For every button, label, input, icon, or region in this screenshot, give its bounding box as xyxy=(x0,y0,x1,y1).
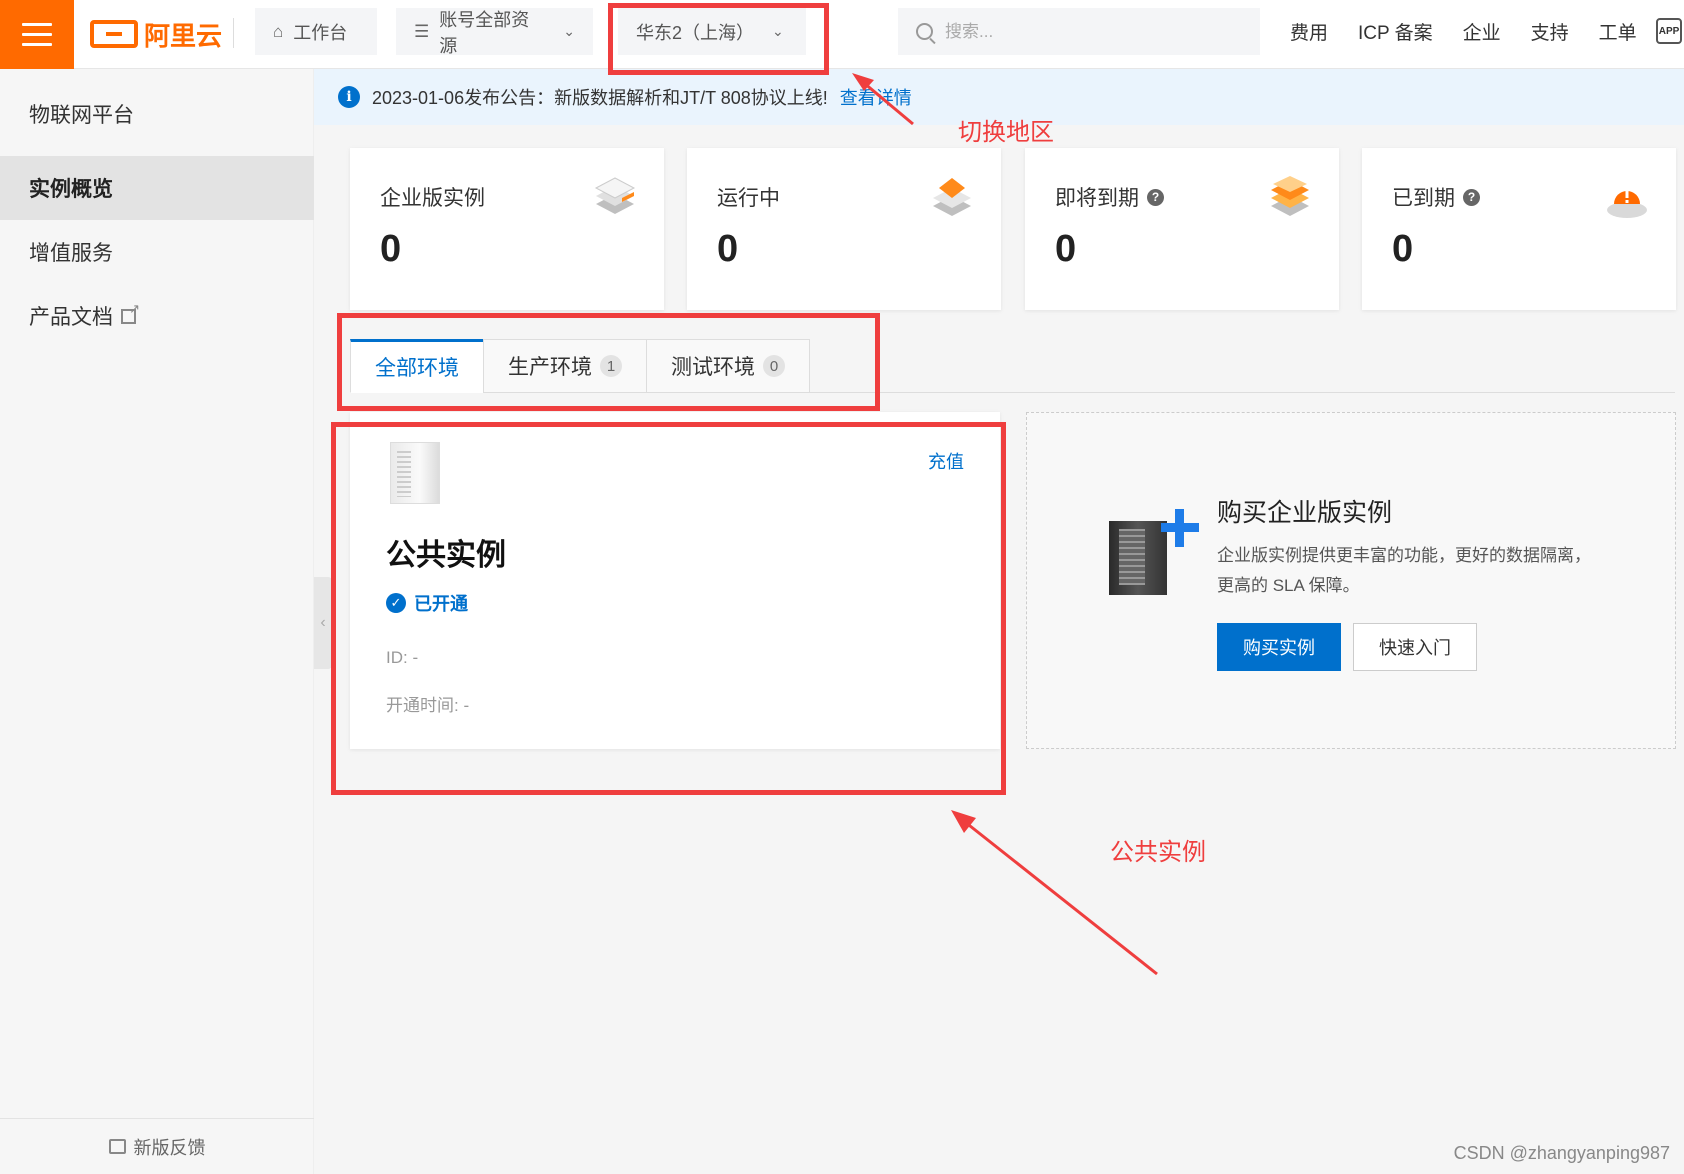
help-icon[interactable]: ? xyxy=(1463,188,1480,206)
expiring-stack-icon xyxy=(1271,176,1309,216)
alert-icon xyxy=(1607,188,1647,218)
stat-value: 0 xyxy=(1392,228,1414,270)
aliyun-logo-icon xyxy=(90,20,138,48)
workbench-label: 工作台 xyxy=(293,22,348,43)
buy-instance-button[interactable]: 购买实例 xyxy=(1217,623,1341,671)
sidebar-collapse-handle[interactable]: ‹ xyxy=(314,577,332,669)
stat-label: 运行中 xyxy=(717,182,780,212)
stat-label: 即将到期 ? xyxy=(1055,182,1164,212)
stat-value: 0 xyxy=(1055,228,1077,270)
stat-label: 企业版实例 xyxy=(380,182,485,212)
divider xyxy=(233,18,234,48)
announcement-details-link[interactable]: 查看详情 xyxy=(840,84,912,110)
menu-line-icon xyxy=(22,23,52,26)
stat-card-expired: 已到期 ? 0 xyxy=(1362,148,1676,310)
stat-label-text: 企业版实例 xyxy=(380,187,485,210)
stat-card-enterprise-instances: 企业版实例 0 xyxy=(350,148,664,310)
sidebar-item-product-docs[interactable]: 产品文档 xyxy=(0,284,314,348)
running-layers-icon xyxy=(933,178,971,216)
buy-card-description: 企业版实例提供更丰富的功能，更好的数据隔离，更高的 SLA 保障。 xyxy=(1217,546,1591,595)
app-icon[interactable]: APP xyxy=(1656,18,1682,44)
external-link-icon xyxy=(121,301,140,324)
aliyun-logo[interactable]: 阿里云 xyxy=(90,14,222,54)
watermark: CSDN @zhangyanping987 xyxy=(1453,1143,1670,1163)
buy-card-title: 购买企业版实例 xyxy=(1217,499,1393,527)
stat-label-text: 即将到期 xyxy=(1055,187,1139,210)
annotation-label-switch-region: 切换地区 xyxy=(958,119,1054,146)
help-icon[interactable]: ? xyxy=(1147,188,1164,206)
list-icon: ☰ xyxy=(414,21,430,41)
annotation-box-public-instance xyxy=(331,422,1006,795)
sidebar: 物联网平台 实例概览 增值服务 产品文档 新版反馈 xyxy=(0,69,314,1174)
stat-card-expiring-soon: 即将到期 ? 0 xyxy=(1025,148,1339,310)
feedback-button[interactable]: 新版反馈 xyxy=(0,1118,314,1174)
top-navbar: 阿里云 ⌂ 工作台 ☰ 账号全部资源 ⌄ 华东2（上海） ⌄ 费用 ICP 备案… xyxy=(0,0,1684,69)
stat-label-text: 已到期 xyxy=(1392,187,1455,210)
annotation-label-public-instance: 公共实例 xyxy=(1110,839,1206,866)
link-enterprise[interactable]: 企业 xyxy=(1463,18,1501,45)
menu-line-icon xyxy=(22,33,52,36)
annotation-box-region xyxy=(608,3,829,75)
home-icon: ⌂ xyxy=(273,21,284,41)
link-ticket[interactable]: 工单 xyxy=(1599,18,1637,45)
plus-shape xyxy=(1161,523,1199,532)
sidebar-item-label: 增值服务 xyxy=(29,242,113,265)
search-icon xyxy=(916,23,933,40)
announcement-text: 2023-01-06发布公告：新版数据解析和JT/T 808协议上线! xyxy=(372,88,828,108)
annotation-box-tabs xyxy=(337,313,880,411)
server-rack-shape xyxy=(1109,521,1167,595)
stat-label-text: 运行中 xyxy=(717,187,780,210)
stat-card-running: 运行中 0 xyxy=(687,148,1001,310)
layers-icon xyxy=(594,177,636,214)
feedback-label: 新版反馈 xyxy=(133,1137,206,1158)
resources-label: 账号全部资源 xyxy=(439,9,530,56)
search-input[interactable] xyxy=(945,21,1225,42)
resources-dropdown[interactable]: ☰ 账号全部资源 ⌄ xyxy=(396,8,593,56)
search-box[interactable] xyxy=(898,8,1260,55)
hamburger-menu-button[interactable] xyxy=(0,0,74,69)
workbench-button[interactable]: ⌂ 工作台 xyxy=(255,8,377,55)
info-icon: i xyxy=(338,86,360,108)
logo-text: 阿里云 xyxy=(144,20,223,51)
sidebar-item-instance-overview[interactable]: 实例概览 xyxy=(0,156,314,220)
chevron-down-icon: ⌄ xyxy=(563,23,575,39)
menu-line-icon xyxy=(22,43,52,46)
sidebar-item-label: 实例概览 xyxy=(29,178,113,201)
sidebar-item-value-added-services[interactable]: 增值服务 xyxy=(0,220,314,284)
sidebar-item-label: 产品文档 xyxy=(29,306,113,329)
link-icp[interactable]: ICP 备案 xyxy=(1358,18,1433,45)
stat-label: 已到期 ? xyxy=(1392,182,1480,212)
link-support[interactable]: 支持 xyxy=(1531,18,1569,45)
stat-value: 0 xyxy=(380,228,402,270)
server-add-icon xyxy=(1099,509,1199,595)
quick-start-button[interactable]: 快速入门 xyxy=(1353,623,1477,671)
top-links: 费用 ICP 备案 企业 支持 工单 xyxy=(1290,0,1637,62)
link-fees[interactable]: 费用 xyxy=(1290,18,1328,45)
stat-value: 0 xyxy=(717,228,739,270)
chevron-left-icon: ‹ xyxy=(320,614,326,631)
buy-enterprise-card: 购买企业版实例 企业版实例提供更丰富的功能，更好的数据隔离，更高的 SLA 保障… xyxy=(1026,412,1676,749)
sidebar-title: 物联网平台 xyxy=(29,104,134,127)
feedback-icon xyxy=(108,1139,126,1154)
